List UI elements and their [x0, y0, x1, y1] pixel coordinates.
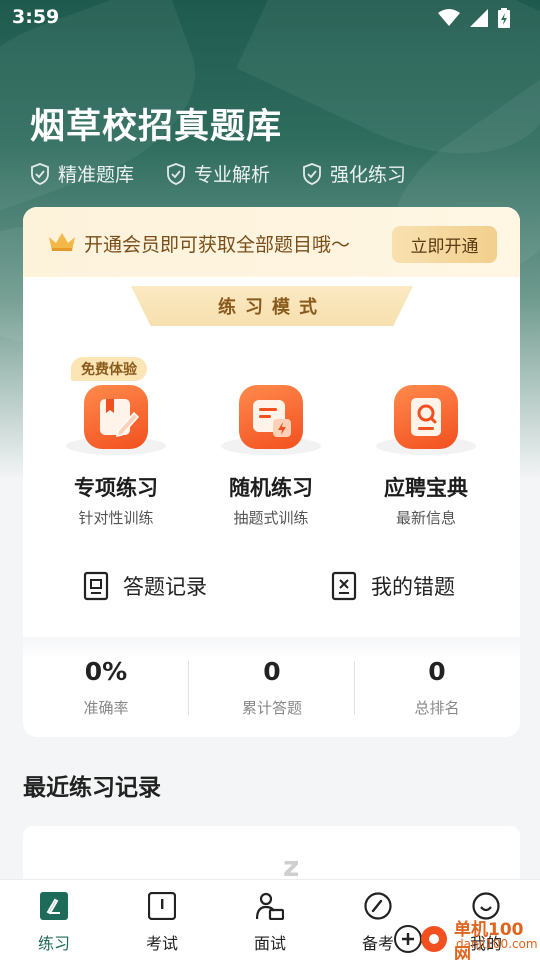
wifi-icon — [438, 9, 460, 26]
compass-icon — [364, 892, 392, 920]
free-trial-badge: 免费体验 — [71, 357, 147, 381]
feature-item: 精准题库 — [30, 160, 134, 187]
tab-label: 练习 — [37, 934, 70, 953]
activate-vip-button[interactable]: 立即开通 — [392, 226, 497, 263]
stat-label: 累计答题 — [241, 699, 302, 717]
stat-total-answers: 0 累计答题 — [189, 657, 355, 718]
shield-check-icon — [31, 162, 49, 185]
practice-card: 开通会员即可获取全部题目哦～ 立即开通 练习模式 免费体验 专项练习 针对性训练… — [23, 207, 520, 737]
shield-check-icon — [303, 162, 321, 185]
mode-subtitle: 最新信息 — [395, 509, 456, 527]
tab-label: 考试 — [145, 934, 178, 953]
book-pen-icon — [84, 385, 148, 449]
feature-item: 专业解析 — [166, 160, 270, 187]
document-bolt-icon — [239, 385, 303, 449]
stat-value: 0% — [84, 657, 128, 686]
tab-label: 面试 — [253, 934, 286, 953]
mode-special-practice[interactable]: 免费体验 专项练习 针对性训练 — [36, 357, 196, 537]
mode-job-guide[interactable]: 应聘宝典 最新信息 — [346, 357, 506, 537]
feature-label: 精准题库 — [58, 164, 135, 186]
mistake-document-icon — [331, 571, 357, 601]
stat-rank: 0 总排名 — [354, 657, 520, 718]
my-mistakes-label: 我的错题 — [371, 575, 455, 599]
crown-icon — [49, 233, 75, 251]
mode-title: 专项练习 — [74, 476, 158, 500]
status-time: 3:59 — [12, 6, 60, 28]
watermark-logo-icon — [394, 925, 447, 953]
practice-tab-icon — [40, 892, 68, 920]
stat-value: 0 — [428, 657, 446, 686]
shield-check-icon — [167, 162, 185, 185]
document-icon — [83, 571, 109, 601]
watermark-url: danji100.com — [456, 937, 538, 951]
page-title: 烟草校招真题库 — [30, 107, 283, 147]
tab-practice[interactable]: 练习 — [0, 880, 108, 960]
practice-mode-banner: 练习模式 — [131, 286, 413, 326]
stat-label: 准确率 — [83, 699, 129, 717]
answer-records-label: 答题记录 — [123, 575, 207, 599]
vip-banner[interactable]: 开通会员即可获取全部题目哦～ 立即开通 — [23, 207, 520, 277]
mode-title: 应聘宝典 — [384, 476, 468, 500]
tab-interview[interactable]: 面试 — [216, 880, 324, 960]
stat-label: 总排名 — [414, 699, 460, 717]
interview-tab-icon — [256, 892, 284, 920]
mode-subtitle: 抽题式训练 — [233, 509, 309, 527]
practice-mode-title: 练习模式 — [218, 297, 326, 318]
recent-practice-title: 最近练习记录 — [23, 775, 161, 801]
answer-records-link[interactable]: 答题记录 — [83, 571, 207, 601]
tab-exam[interactable]: 考试 — [108, 880, 216, 960]
signal-icon — [470, 9, 488, 27]
feature-label: 强化练习 — [330, 164, 407, 186]
battery-icon — [498, 8, 510, 28]
guidebook-search-icon — [394, 385, 458, 449]
stat-value: 0 — [263, 657, 281, 686]
mode-subtitle: 针对性训练 — [78, 509, 154, 527]
feature-list: 精准题库 专业解析 强化练习 — [30, 160, 406, 187]
feature-item: 强化练习 — [302, 160, 406, 187]
vip-text: 开通会员即可获取全部题目哦～ — [84, 234, 351, 256]
feature-label: 专业解析 — [194, 164, 271, 186]
stat-accuracy: 0% 准确率 — [23, 657, 189, 718]
status-bar: 3:59 — [0, 0, 540, 36]
exam-tab-icon — [148, 892, 176, 920]
my-mistakes-link[interactable]: 我的错题 — [331, 571, 455, 601]
mode-title: 随机练习 — [229, 476, 313, 500]
mode-random-practice[interactable]: 随机练习 抽题式训练 — [191, 357, 351, 537]
watermark: 单机100网 danji100.com — [392, 913, 540, 960]
